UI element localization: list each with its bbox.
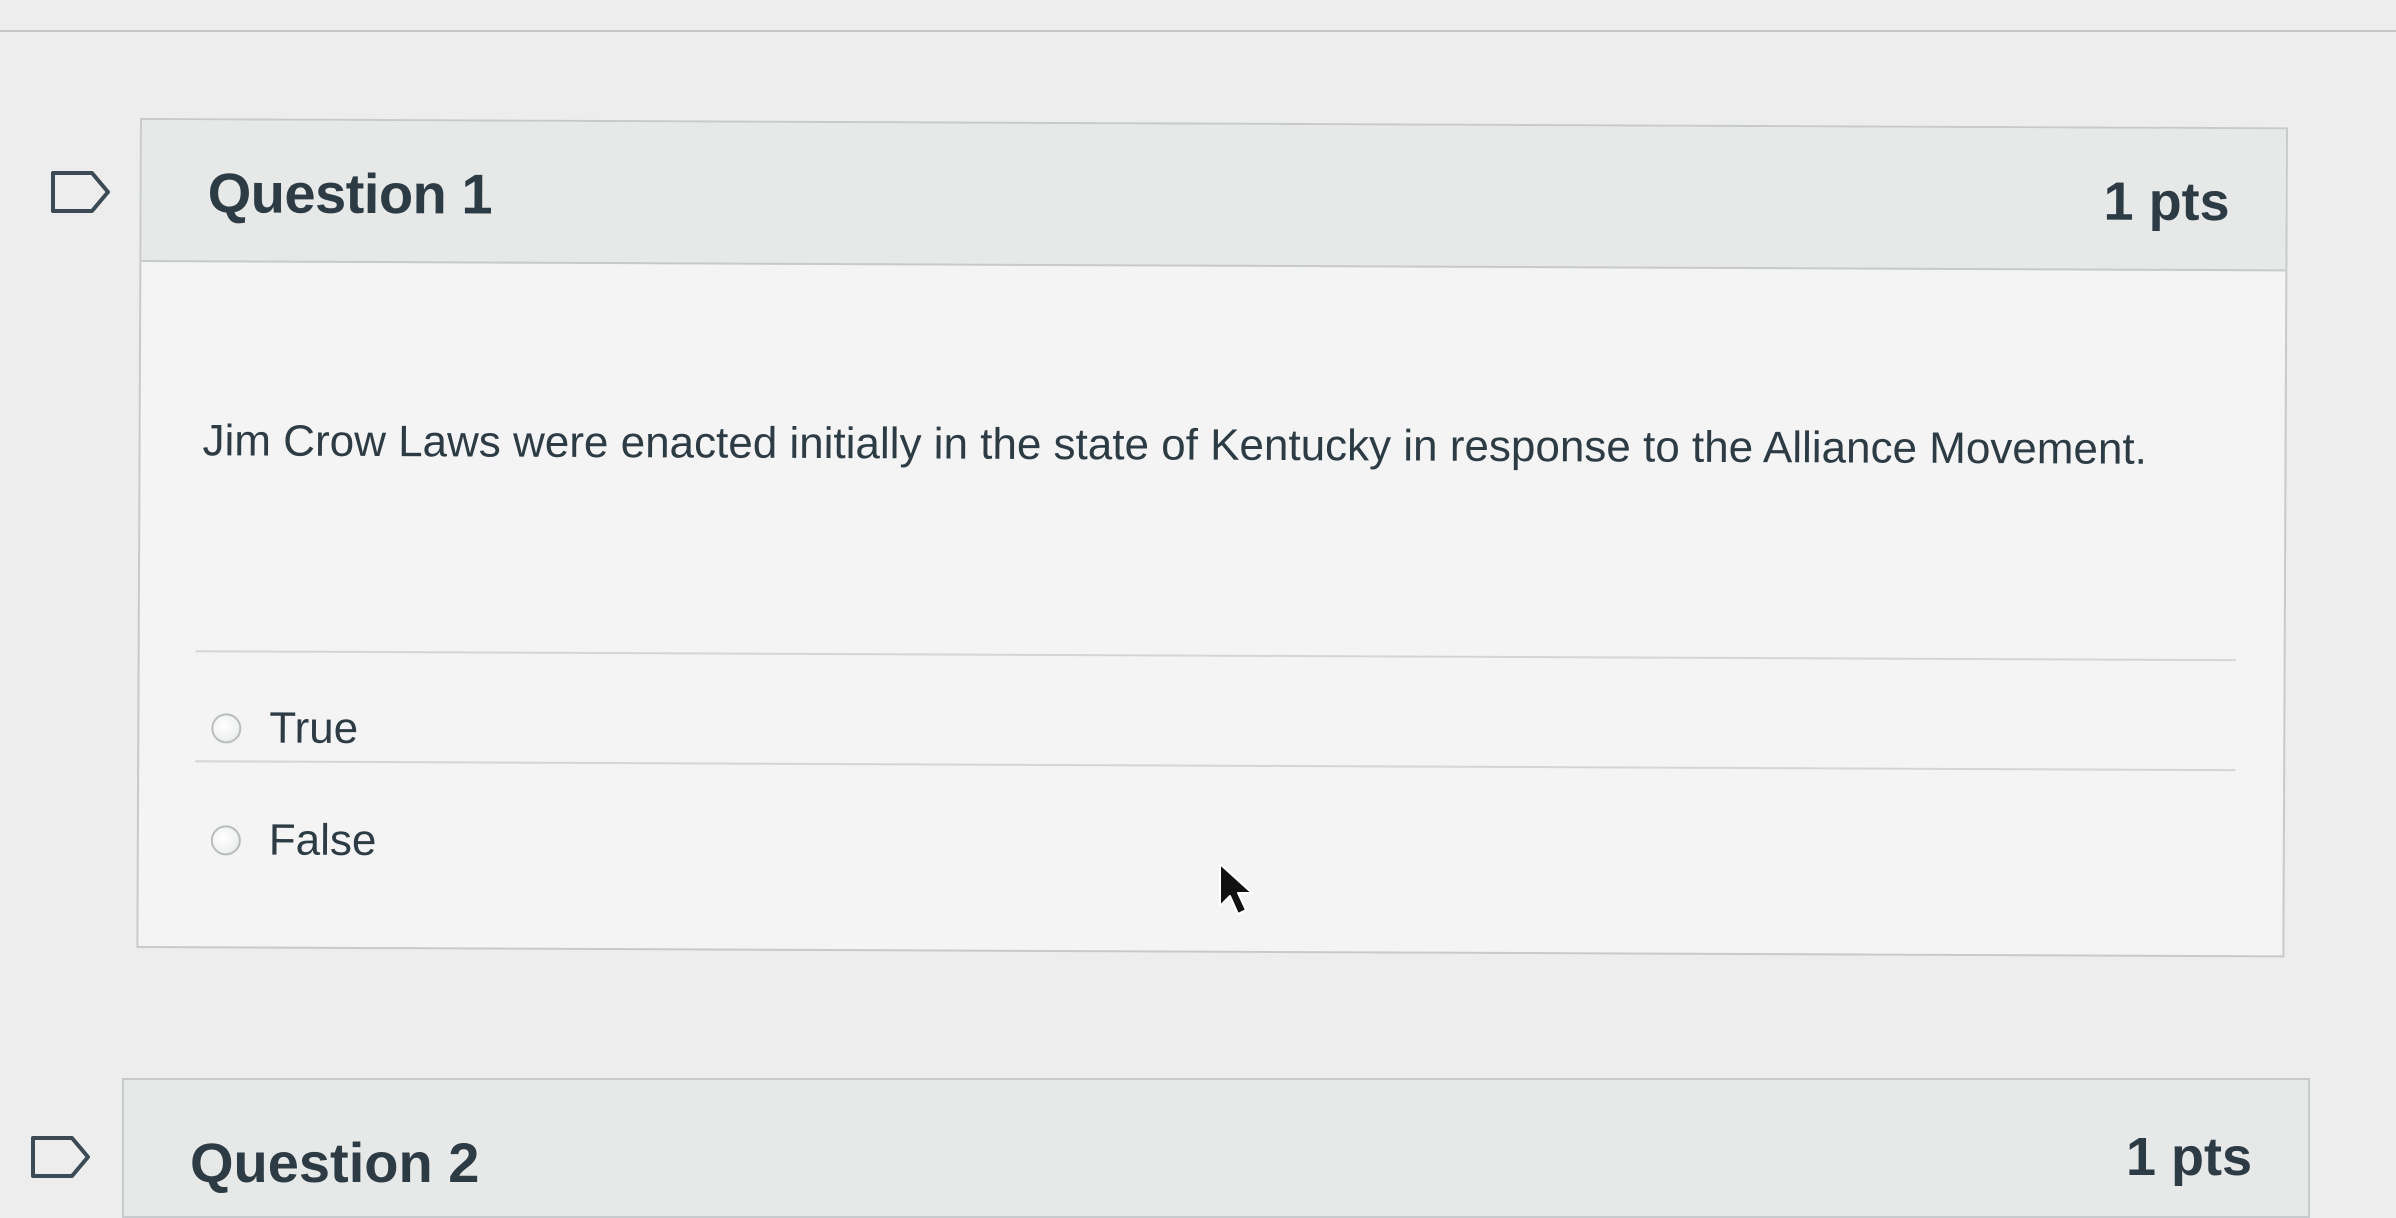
flag-question-icon-2[interactable] (30, 1135, 92, 1179)
top-divider (0, 30, 2396, 32)
answer-option-true[interactable]: True (211, 688, 358, 769)
question-points: 1 pts (2103, 171, 2230, 233)
answer-label-true: True (269, 703, 359, 753)
answers-divider (195, 650, 2236, 662)
question-header: Question 1 1 pts (141, 120, 2286, 272)
answer-label-false: False (268, 815, 377, 866)
mouse-pointer-icon (1219, 863, 1253, 915)
answer-option-false[interactable]: False (210, 800, 377, 881)
answer-divider (195, 760, 2236, 772)
question-card-2: Question 2 1 pts (122, 1078, 2310, 1218)
question-title: Question 1 (207, 161, 493, 226)
question-points-2: 1 pts (2125, 1127, 2252, 1187)
radio-button-false[interactable] (210, 825, 241, 856)
question-text: Jim Crow Laws were enacted initially in … (202, 416, 2147, 474)
question-card-1: Question 1 1 pts Jim Crow Laws were enac… (136, 118, 2288, 958)
question-title-2: Question 2 (190, 1131, 480, 1194)
radio-button-true[interactable] (211, 713, 242, 744)
flag-question-icon[interactable] (50, 170, 112, 214)
